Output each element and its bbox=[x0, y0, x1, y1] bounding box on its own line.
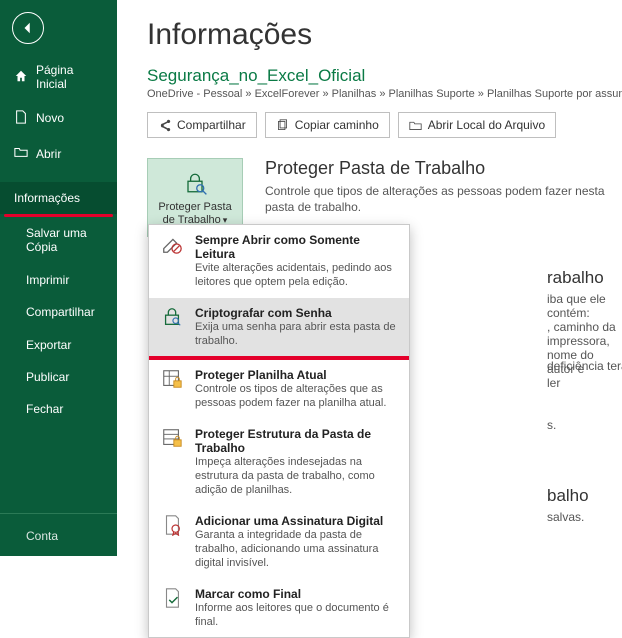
nav-close-label: Fechar bbox=[26, 402, 63, 416]
pencil-prohibit-icon bbox=[159, 233, 185, 290]
dd-protect-sheet-title: Proteger Planilha Atual bbox=[195, 368, 399, 382]
inspect-heading-partial: rabalho bbox=[547, 268, 622, 288]
back-button[interactable] bbox=[12, 12, 44, 44]
dd-signature[interactable]: Adicionar uma Assinatura DigitalGaranta … bbox=[149, 506, 409, 579]
copy-path-label: Copiar caminho bbox=[295, 118, 379, 132]
protect-dropdown: Sempre Abrir como Somente LeituraEvite a… bbox=[148, 224, 410, 638]
file-name: Segurança_no_Excel_Oficial bbox=[147, 66, 622, 86]
nav-new[interactable]: Novo bbox=[0, 101, 117, 136]
protect-button-label: Proteger Pasta de Trabalho bbox=[158, 201, 231, 226]
ribbon-icon bbox=[159, 514, 185, 571]
dd-protect-structure[interactable]: Proteger Estrutura da Pasta de TrabalhoI… bbox=[149, 419, 409, 506]
nav-export-label: Exportar bbox=[26, 338, 71, 352]
share-button[interactable]: Compartilhar bbox=[147, 112, 257, 138]
dd-protect-structure-title: Proteger Estrutura da Pasta de Trabalho bbox=[195, 427, 399, 455]
nav-share[interactable]: Compartilhar bbox=[0, 296, 117, 328]
protect-heading: Proteger Pasta de Trabalho bbox=[265, 158, 605, 179]
protect-desc: Controle que tipos de alterações as pess… bbox=[265, 183, 605, 215]
nav-print-label: Imprimir bbox=[26, 273, 69, 287]
dd-readonly[interactable]: Sempre Abrir como Somente LeituraEvite a… bbox=[149, 225, 409, 298]
dd-final[interactable]: Marcar como FinalInforme aos leitores qu… bbox=[149, 579, 409, 638]
nav-share-label: Compartilhar bbox=[26, 305, 95, 319]
dd-signature-desc: Garanta a integridade da pasta de trabal… bbox=[195, 528, 399, 571]
dd-final-desc: Informe aos leitores que o documento é f… bbox=[195, 601, 399, 630]
nav-info-label: Informações bbox=[14, 191, 80, 205]
backstage-sidebar: Página Inicial Novo Abrir Informações Sa… bbox=[0, 0, 117, 556]
nav-publish-label: Publicar bbox=[26, 370, 69, 384]
browser-line1: salvas. bbox=[547, 510, 589, 524]
dd-protect-sheet[interactable]: Proteger Planilha AtualControle os tipos… bbox=[149, 360, 409, 419]
accessibility-partial: deficiência terão dificuldade para ler bbox=[547, 358, 622, 392]
action-bar: Compartilhar Copiar caminho Abrir Local … bbox=[147, 112, 622, 138]
nav-home[interactable]: Página Inicial bbox=[0, 54, 117, 101]
arrow-left-icon bbox=[21, 21, 35, 35]
nav-open[interactable]: Abrir bbox=[0, 136, 117, 171]
dd-encrypt[interactable]: Criptografar com SenhaExija uma senha pa… bbox=[149, 298, 409, 357]
nav-export[interactable]: Exportar bbox=[0, 329, 117, 361]
lock-icon bbox=[159, 306, 185, 349]
lock-search-icon bbox=[181, 169, 209, 197]
browser-heading-partial: balho bbox=[547, 486, 589, 506]
copy-icon bbox=[276, 119, 289, 132]
open-location-label: Abrir Local do Arquivo bbox=[428, 118, 545, 132]
dd-final-title: Marcar como Final bbox=[195, 587, 399, 601]
compat-partial: s. bbox=[547, 418, 556, 432]
dd-readonly-desc: Evite alterações acidentais, pedindo aos… bbox=[195, 261, 399, 290]
nav-account-label: Conta bbox=[26, 529, 58, 543]
dd-encrypt-title: Criptografar com Senha bbox=[195, 306, 399, 320]
nav-print[interactable]: Imprimir bbox=[0, 264, 117, 296]
nav-save-copy[interactable]: Salvar uma Cópia bbox=[0, 217, 117, 264]
document-check-icon bbox=[159, 587, 185, 630]
dd-signature-title: Adicionar uma Assinatura Digital bbox=[195, 514, 399, 528]
sheet-lock-icon bbox=[159, 368, 185, 411]
nav-account[interactable]: Conta bbox=[0, 520, 117, 552]
dd-readonly-title: Sempre Abrir como Somente Leitura bbox=[195, 233, 399, 261]
nav-new-label: Novo bbox=[36, 111, 64, 125]
share-button-label: Compartilhar bbox=[177, 118, 246, 132]
page-title: Informações bbox=[147, 18, 622, 52]
open-location-button[interactable]: Abrir Local do Arquivo bbox=[398, 112, 556, 138]
inspect-line1: iba que ele contém: bbox=[547, 292, 622, 320]
nav-publish[interactable]: Publicar bbox=[0, 361, 117, 393]
dd-protect-sheet-desc: Controle os tipos de alterações que as p… bbox=[195, 382, 399, 411]
home-icon bbox=[14, 69, 28, 86]
dd-protect-structure-desc: Impeça alterações indesejadas na estrutu… bbox=[195, 455, 399, 498]
nav-info[interactable]: Informações bbox=[0, 182, 117, 214]
nav-open-label: Abrir bbox=[36, 147, 61, 161]
folder-icon bbox=[409, 119, 422, 132]
file-icon bbox=[14, 110, 28, 127]
dd-encrypt-desc: Exija uma senha para abrir esta pasta de… bbox=[195, 320, 399, 349]
breadcrumb: OneDrive - Pessoal » ExcelForever » Plan… bbox=[147, 88, 622, 100]
nav-save-copy-label: Salvar uma Cópia bbox=[26, 226, 107, 255]
nav-home-label: Página Inicial bbox=[36, 63, 107, 92]
folder-open-icon bbox=[14, 145, 28, 162]
nav-close[interactable]: Fechar bbox=[0, 393, 117, 425]
protect-description: Proteger Pasta de Trabalho Controle que … bbox=[265, 158, 605, 215]
browser-partial: balho salvas. bbox=[547, 486, 589, 524]
share-icon bbox=[158, 119, 171, 132]
workbook-lock-icon bbox=[159, 427, 185, 498]
copy-path-button[interactable]: Copiar caminho bbox=[265, 112, 390, 138]
